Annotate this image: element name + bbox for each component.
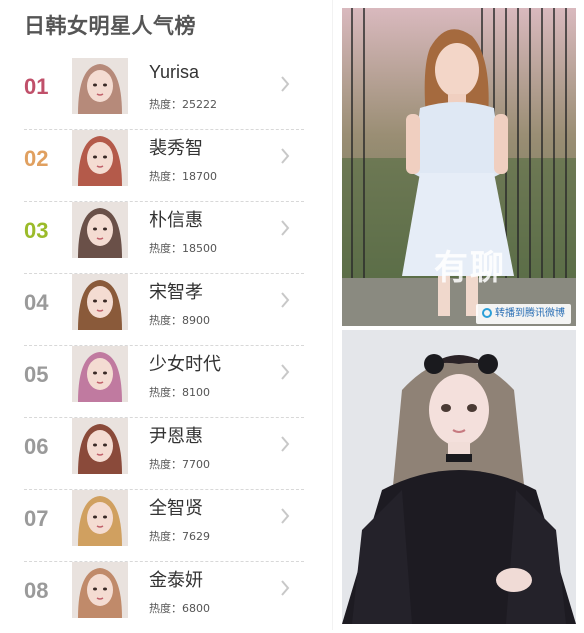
ranking-title: 日韩女明星人气榜: [24, 14, 196, 38]
heat-label: 热度：: [149, 242, 182, 255]
celebrity-name[interactable]: 少女时代: [149, 350, 221, 376]
heat-value: 6800: [182, 602, 210, 615]
avatar-photo-bae-suzy[interactable]: [72, 130, 128, 186]
heat-label: 热度：: [149, 458, 182, 471]
heat-score: 热度：18700: [149, 168, 217, 184]
rank-number: 04: [24, 290, 49, 315]
heat-label: 热度：: [149, 98, 182, 111]
ranking-row[interactable]: 07 全智贤热度：7629: [24, 490, 304, 562]
heat-value: 7700: [182, 458, 210, 471]
rank-number: 06: [24, 434, 49, 459]
avatar-photo-girls-generation[interactable]: [72, 346, 128, 402]
heat-label: 热度：: [149, 386, 182, 399]
ranking-row[interactable]: 01 Yurisa 热度：25222: [24, 58, 304, 130]
avatar-photo-park-shin-hye[interactable]: [72, 202, 128, 258]
celebrity-name[interactable]: 全智贤: [149, 494, 203, 520]
avatar-photo-yoon-eun-hye[interactable]: [72, 418, 128, 474]
chevron-right-icon[interactable]: [280, 292, 290, 308]
celebrity-name[interactable]: 金泰妍: [149, 566, 203, 592]
ranking-panel: 日韩女明星人气榜 01 Yurisa 热度：25222 02 裴秀智 热度：18700 03…: [0, 0, 330, 630]
rank-number: 05: [24, 362, 49, 387]
tencent-weibo-icon: [482, 308, 492, 318]
chevron-right-icon[interactable]: [280, 148, 290, 164]
chevron-right-icon[interactable]: [280, 76, 290, 92]
heat-value: 25222: [182, 98, 217, 111]
panel-divider: [332, 0, 333, 630]
rank-number: 08: [24, 578, 49, 603]
heat-value: 8900: [182, 314, 210, 327]
chevron-right-icon[interactable]: [280, 580, 290, 596]
ranking-row[interactable]: 05 少女时代热度：8100: [24, 346, 304, 418]
ranking-row[interactable]: 04 宋智孝热度：8900: [24, 274, 304, 346]
heat-score: 热度：25222: [149, 96, 217, 112]
avatar-photo-jun-ji-hyun[interactable]: [72, 490, 128, 546]
heat-label: 热度：: [149, 602, 182, 615]
chevron-right-icon[interactable]: [280, 364, 290, 380]
heat-score: 热度：7700: [149, 456, 210, 472]
heat-score: 热度：18500: [149, 240, 217, 256]
ranking-row[interactable]: 02 裴秀智热度：18700: [24, 130, 304, 202]
celebrity-name[interactable]: Yurisa: [149, 62, 199, 83]
ranking-row[interactable]: 03 朴信惠热度：18500: [24, 202, 304, 274]
rank-number: 01: [24, 74, 49, 99]
rank-number: 02: [24, 146, 49, 171]
celebrity-name[interactable]: 朴信惠: [149, 206, 203, 232]
rank-number: 07: [24, 506, 49, 531]
heat-score: 热度：8900: [149, 312, 210, 328]
chevron-right-icon[interactable]: [280, 220, 290, 236]
heat-score: 热度：6800: [149, 600, 210, 616]
celebrity-name[interactable]: 裴秀智: [149, 134, 203, 160]
heat-label: 热度：: [149, 314, 182, 327]
chevron-right-icon[interactable]: [280, 436, 290, 452]
heat-label: 热度：: [149, 530, 182, 543]
heat-score: 热度：7629: [149, 528, 210, 544]
celebrity-name[interactable]: 尹恩惠: [149, 422, 203, 448]
watermark-text: 有聊: [434, 248, 506, 288]
heat-label: 热度：: [149, 170, 182, 183]
avatar-photo-song-ji-hyo[interactable]: [72, 274, 128, 330]
rank-number: 03: [24, 218, 49, 243]
ranking-row[interactable]: 08 金泰妍热度：6800: [24, 562, 304, 633]
heat-value: 18700: [182, 170, 217, 183]
heat-value: 7629: [182, 530, 210, 543]
heat-value: 18500: [182, 242, 217, 255]
chevron-right-icon[interactable]: [280, 508, 290, 524]
heat-score: 热度：8100: [149, 384, 210, 400]
featured-photo-bottom[interactable]: [342, 330, 576, 624]
avatar-photo-yurisa[interactable]: [72, 58, 128, 114]
celebrity-name[interactable]: 宋智孝: [149, 278, 203, 304]
featured-photo-top[interactable]: 有聊 转播到腾讯微博: [342, 8, 576, 326]
heat-value: 8100: [182, 386, 210, 399]
avatar-photo-kim-tae-yeon[interactable]: [72, 562, 128, 618]
ranking-list: 01 Yurisa 热度：25222 02 裴秀智 热度：18700 03 朴信惠 热度：185…: [24, 58, 304, 633]
ranking-row[interactable]: 06 尹恩惠热度：7700: [24, 418, 304, 490]
share-button-label: 转播到腾讯微博: [495, 308, 565, 319]
share-tencent-weibo-button[interactable]: 转播到腾讯微博: [476, 304, 571, 324]
